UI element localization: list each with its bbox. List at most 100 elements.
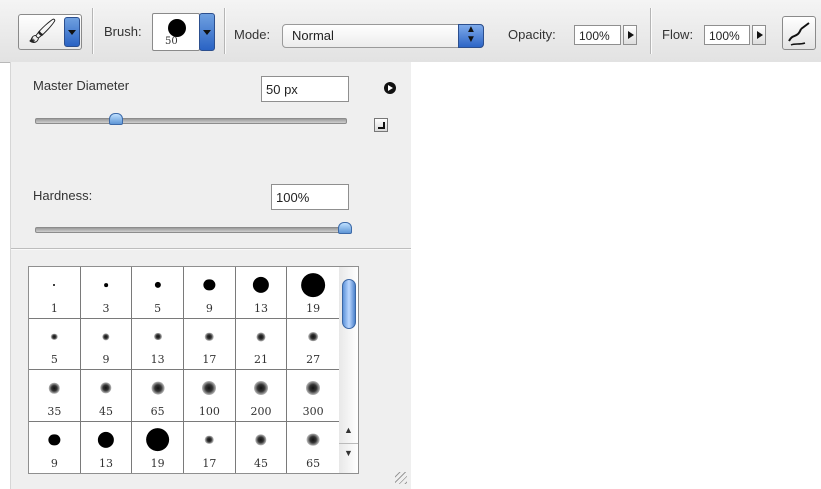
brush-tip-preview bbox=[97, 431, 115, 448]
brush-tip-preview bbox=[53, 284, 56, 286]
brush-preset-picker[interactable]: 50 bbox=[152, 13, 215, 51]
hardness-slider-track[interactable] bbox=[35, 227, 347, 233]
brush-label: Brush: bbox=[104, 24, 142, 39]
brush-preset-cell[interactable]: 19 bbox=[132, 421, 184, 473]
brush-preset-cell[interactable]: 9 bbox=[80, 318, 133, 370]
master-diameter-slider-thumb[interactable] bbox=[108, 113, 123, 125]
brush-preset-cell[interactable]: 45 bbox=[80, 370, 133, 422]
brush-preset-cell[interactable]: 13 bbox=[81, 421, 133, 473]
flow-slider-button[interactable] bbox=[752, 25, 766, 45]
brush-preset-size-label: 3 bbox=[102, 301, 110, 315]
airbrush-icon bbox=[788, 22, 810, 46]
brush-tip-preview bbox=[203, 279, 215, 291]
hardness-field[interactable]: 100% bbox=[271, 184, 349, 210]
brush-preset-cell[interactable]: 1 bbox=[29, 267, 81, 319]
tool-preset-picker[interactable]: 🖌 bbox=[18, 14, 82, 50]
brush-preset-size-label: 200 bbox=[250, 404, 272, 418]
separator bbox=[650, 8, 651, 54]
brush-preset-size-label: 13 bbox=[98, 457, 113, 470]
brush-preset-cell[interactable]: 65 bbox=[132, 370, 184, 422]
brush-tip-preview bbox=[306, 381, 321, 395]
brush-preset-cell[interactable]: 9 bbox=[184, 267, 236, 319]
mode-value: Normal bbox=[292, 28, 334, 43]
brush-size-label: 50 bbox=[165, 36, 178, 47]
master-diameter-field[interactable]: 50 px bbox=[261, 76, 349, 102]
brush-tip-preview bbox=[205, 332, 214, 341]
document-canvas[interactable] bbox=[411, 62, 821, 489]
brush-preset-size-label: 5 bbox=[50, 353, 58, 366]
brush-presets-grid: 1 3 5 9 13 19 5 9 13 17 21 27 35 45 65 100 200 300 9 13 19 17… bbox=[28, 266, 340, 474]
brush-tip-preview bbox=[168, 19, 186, 37]
paintbrush-icon: 🖌 bbox=[27, 17, 58, 45]
opacity-slider-button[interactable] bbox=[623, 25, 637, 45]
save-brush-preset-icon[interactable] bbox=[374, 118, 388, 132]
brush-preset-size-label: 45 bbox=[253, 457, 268, 470]
separator bbox=[92, 8, 93, 54]
brush-preset-cell[interactable]: 13 bbox=[132, 318, 184, 370]
brush-preset-size-label: 19 bbox=[306, 301, 321, 315]
tool-preset-dropdown-button[interactable] bbox=[64, 17, 80, 47]
brush-tip-preview bbox=[253, 381, 268, 395]
mode-select[interactable]: Normal ▲ ▼ bbox=[282, 24, 484, 48]
resize-grip-icon[interactable] bbox=[395, 472, 407, 484]
mode-select-arrows-icon: ▲ ▼ bbox=[458, 24, 484, 48]
brush-dropdown-button[interactable] bbox=[199, 13, 215, 51]
brush-tip-preview bbox=[153, 332, 162, 341]
options-bar: 🖌 Brush: 50 Mode: Normal ▲ ▼ Opacity: 100… bbox=[0, 0, 821, 63]
brush-tip-preview bbox=[154, 281, 161, 289]
brush-preset-cell[interactable]: 13 bbox=[235, 267, 288, 319]
brush-tip-preview bbox=[151, 381, 165, 395]
opacity-label: Opacity: bbox=[508, 27, 556, 42]
brush-preset-size-label: 35 bbox=[47, 404, 62, 418]
brush-tip-preview bbox=[308, 331, 319, 342]
brush-tip-preview bbox=[205, 435, 214, 444]
brush-preset-cell[interactable]: 19 bbox=[287, 267, 339, 319]
brush-preset-size-label: 9 bbox=[50, 457, 58, 470]
brush-preset-cell[interactable]: 100 bbox=[184, 370, 236, 422]
brush-preset-cell[interactable]: 5 bbox=[29, 318, 81, 370]
hardness-label: Hardness: bbox=[33, 188, 93, 203]
brush-tip-preview bbox=[49, 382, 60, 394]
brush-preset-cell[interactable]: 3 bbox=[80, 267, 133, 319]
brush-tip-preview bbox=[255, 433, 267, 446]
brush-preset-size-label: 9 bbox=[102, 353, 110, 366]
brush-preset-cell[interactable]: 200 bbox=[235, 370, 288, 422]
brush-tip-preview bbox=[100, 382, 112, 394]
brush-tip-preview bbox=[145, 427, 170, 452]
brush-preset-cell[interactable]: 300 bbox=[287, 370, 339, 422]
brush-preset-cell[interactable]: 17 bbox=[184, 421, 236, 473]
flow-label: Flow: bbox=[662, 27, 694, 42]
master-diameter-label: Master Diameter bbox=[33, 78, 130, 93]
brush-preset-cell[interactable]: 5 bbox=[132, 267, 184, 319]
brush-preset-size-label: 100 bbox=[198, 404, 220, 418]
brush-preset-cell[interactable]: 65 bbox=[287, 422, 339, 474]
presets-scrollbar[interactable]: ▲ ▼ bbox=[339, 266, 359, 474]
brush-tip-preview bbox=[104, 283, 108, 287]
brush-preset-size-label: 13 bbox=[253, 301, 268, 315]
opacity-field[interactable]: 100% bbox=[574, 25, 621, 45]
brush-preset-cell[interactable]: 35 bbox=[29, 370, 81, 422]
brush-tip-preview bbox=[252, 276, 270, 294]
brush-preset-cell[interactable]: 17 bbox=[184, 318, 236, 370]
brush-preset-size-label: 65 bbox=[306, 457, 321, 470]
brush-preset-cell[interactable]: 9 bbox=[29, 421, 81, 473]
scrollbar-thumb[interactable] bbox=[342, 279, 356, 329]
brush-preset-size-label: 13 bbox=[150, 353, 165, 366]
brush-preset-size-label: 5 bbox=[154, 301, 162, 315]
brush-tip-preview bbox=[256, 331, 266, 342]
master-diameter-slider-track[interactable] bbox=[35, 118, 347, 124]
scroll-down-arrow-icon[interactable]: ▼ bbox=[339, 443, 358, 462]
flow-field[interactable]: 100% bbox=[704, 25, 750, 45]
mode-label: Mode: bbox=[234, 27, 271, 42]
brush-preset-cell[interactable]: 21 bbox=[235, 318, 288, 370]
brush-picker-panel: Master Diameter 50 px Hardness: 100% 135… bbox=[10, 62, 412, 489]
brush-preset-cell[interactable]: 45 bbox=[236, 421, 288, 473]
brush-tip-preview bbox=[301, 273, 326, 297]
brush-tip-preview bbox=[51, 333, 58, 340]
airbrush-toggle-button[interactable] bbox=[782, 16, 816, 50]
brush-preset-size-label: 300 bbox=[302, 404, 324, 418]
panel-menu-arrow-icon[interactable] bbox=[384, 82, 396, 94]
brush-preset-cell[interactable]: 27 bbox=[287, 319, 339, 370]
hardness-slider-thumb[interactable] bbox=[338, 222, 352, 234]
scroll-up-arrow-icon[interactable]: ▲ bbox=[339, 421, 358, 439]
